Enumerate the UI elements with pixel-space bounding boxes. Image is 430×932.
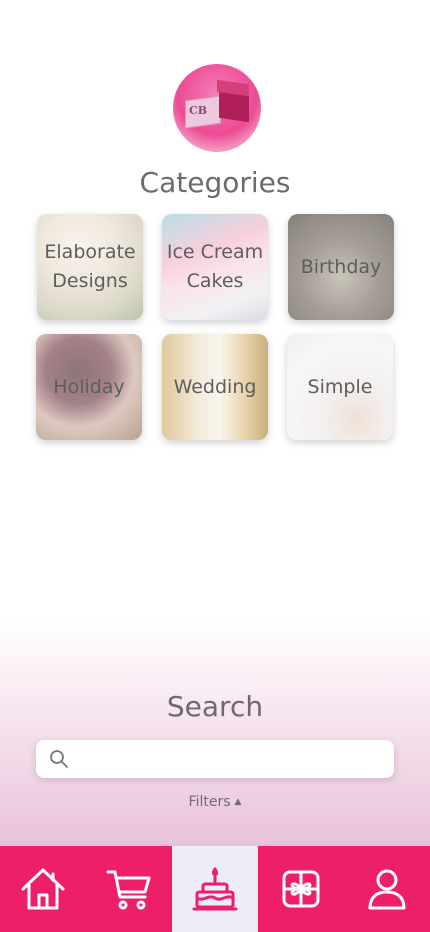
home-icon <box>21 868 65 910</box>
search-input[interactable] <box>78 744 378 774</box>
nav-home[interactable] <box>0 846 86 932</box>
category-tile-birthday[interactable]: Birthday <box>288 214 394 320</box>
filters-label: Filters <box>188 794 231 810</box>
cart-icon <box>106 870 151 910</box>
user-icon <box>368 869 406 910</box>
category-tile-simple[interactable]: Simple <box>287 334 393 440</box>
category-tile-elaborate-designs[interactable]: Elaborate Designs <box>37 214 143 320</box>
search-icon <box>50 750 68 768</box>
category-tile-holiday[interactable]: Holiday <box>36 334 142 440</box>
nav-cakes[interactable] <box>172 846 258 932</box>
category-label: Simple <box>307 375 373 398</box>
filters-toggle[interactable]: Filters ▲ <box>0 794 430 810</box>
category-label: Holiday <box>53 375 125 398</box>
chevron-up-icon: ▲ <box>234 797 242 807</box>
category-label: Ice Cream Cakes <box>166 241 264 292</box>
nav-cart[interactable] <box>86 846 172 932</box>
category-label: Birthday <box>300 255 382 278</box>
search-section-background <box>0 620 430 846</box>
category-label: Elaborate Designs <box>44 241 136 292</box>
category-label: Wedding <box>173 375 257 398</box>
page-title: Categories <box>139 166 291 199</box>
app-logo: CB <box>173 64 261 152</box>
bottom-nav <box>0 846 430 932</box>
nav-gifts[interactable] <box>258 846 344 932</box>
nav-profile[interactable] <box>344 846 430 932</box>
search-bar[interactable] <box>36 740 394 778</box>
gift-icon <box>282 870 320 908</box>
category-tile-ice-cream-cakes[interactable]: Ice Cream Cakes <box>162 214 268 320</box>
logo-text: CB <box>189 104 208 117</box>
cake-icon <box>192 867 238 911</box>
search-title: Search <box>166 690 264 723</box>
category-tile-wedding[interactable]: Wedding <box>162 334 268 440</box>
